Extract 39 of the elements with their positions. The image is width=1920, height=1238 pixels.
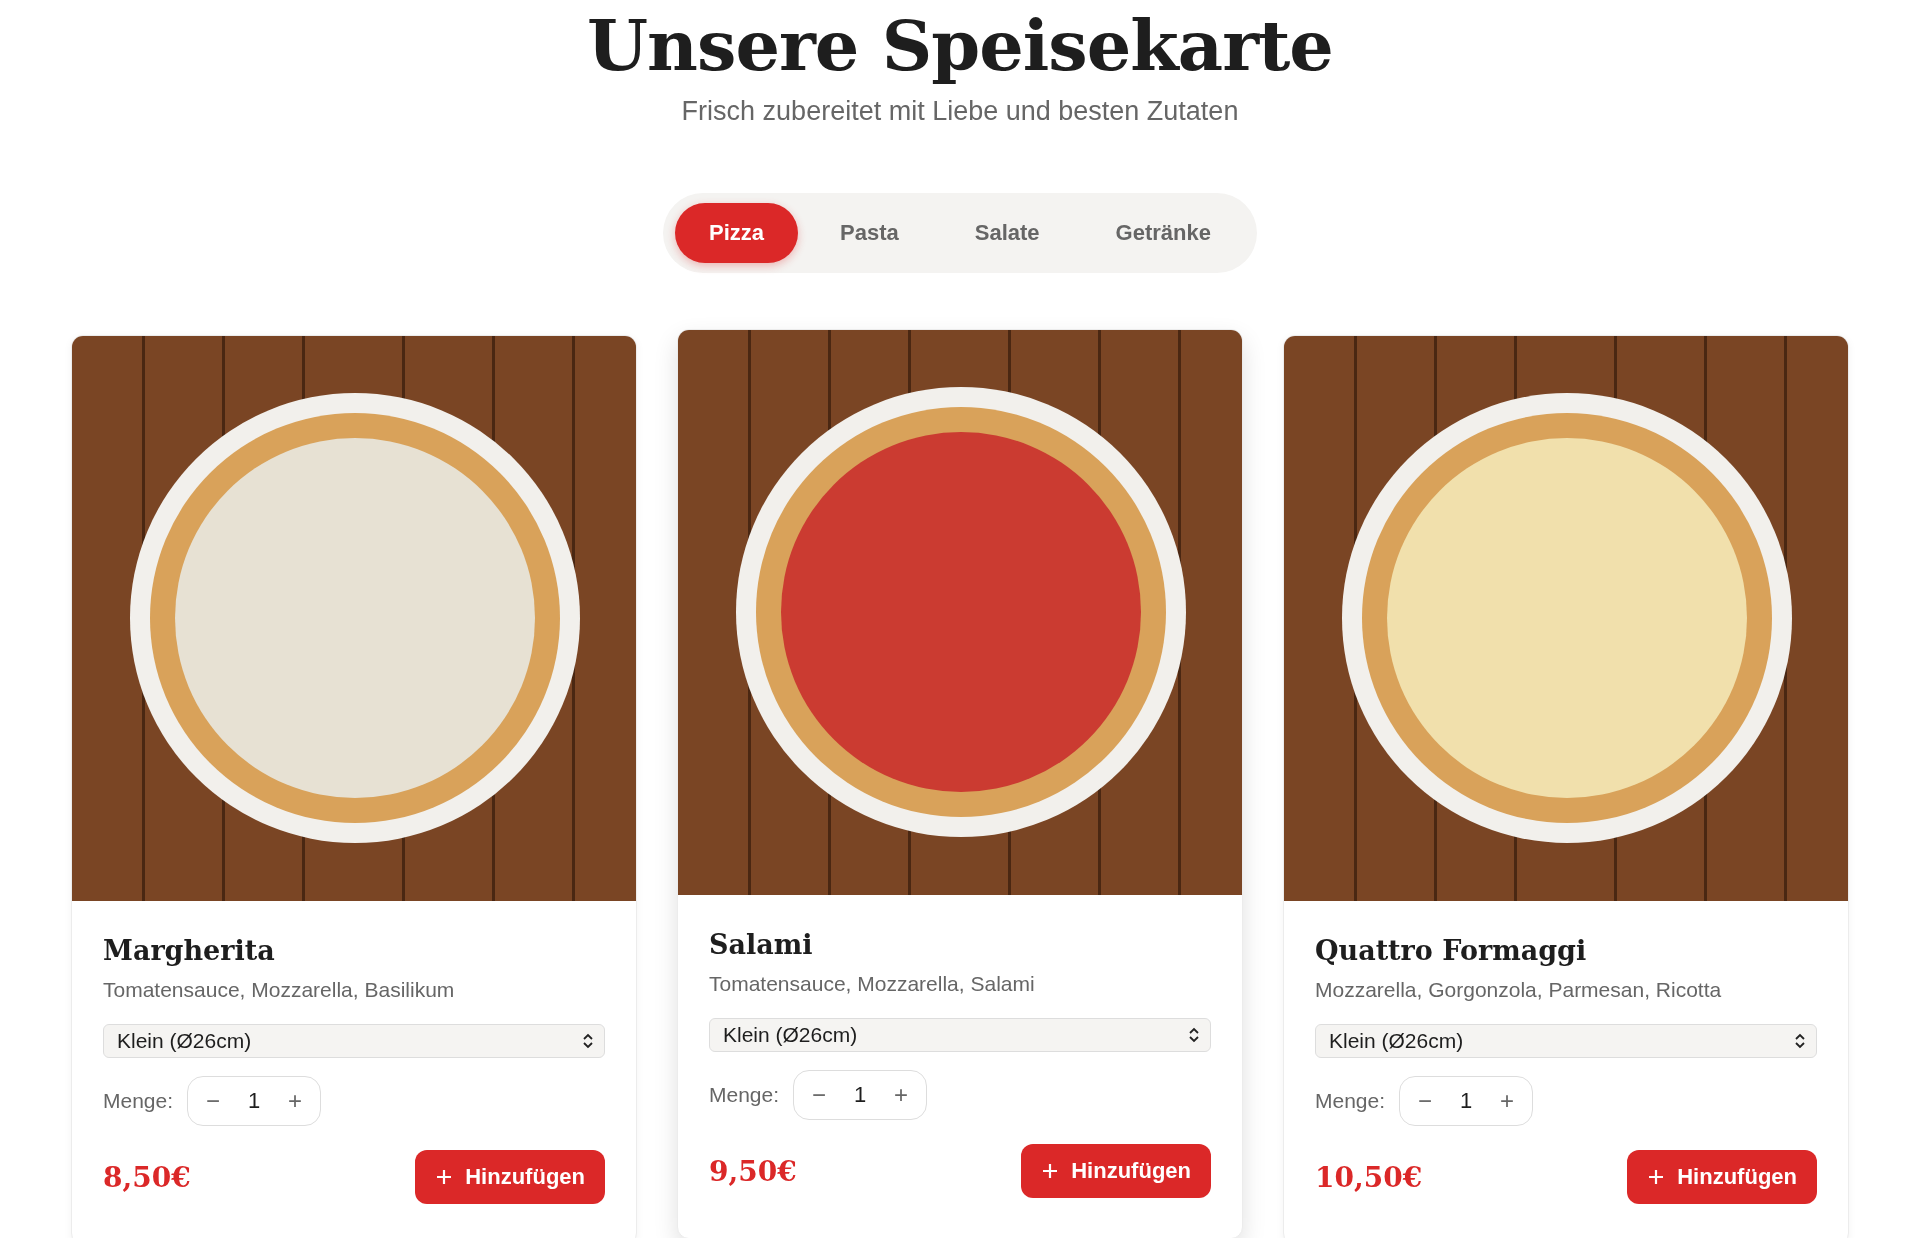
size-dropdown[interactable]: Klein (Ø26cm) [103,1024,605,1058]
decrement-button[interactable]: − [1410,1083,1441,1119]
add-to-cart-button[interactable]: Hinzufügen [1021,1144,1211,1198]
dish-name: Quattro Formaggi [1315,935,1588,966]
increment-button[interactable]: + [886,1077,917,1113]
size-dropdown[interactable]: Klein (Ø26cm) [709,1018,1211,1052]
dish-name: Salami [709,929,814,960]
category-tab[interactable]: Pizza [675,203,799,263]
increment-button[interactable]: + [1492,1083,1523,1119]
add-to-cart-button[interactable]: Hinzufügen [415,1150,605,1204]
chevron-updown-icon [1188,1026,1200,1044]
dish-name: Margherita [103,935,276,966]
quantity-value: 1 [852,1082,868,1108]
plus-icon [1647,1168,1666,1186]
plus-icon [1041,1162,1060,1180]
dish-price: 9,50€ [709,1154,797,1188]
dish-ingredients: Tomatensauce, Mozzarella, Salami [709,972,1036,996]
quantity-label: Menge: [1315,1089,1386,1113]
quantity-value: 1 [1458,1088,1474,1114]
dish-price: 8,50€ [103,1160,191,1194]
category-tab[interactable]: Getränke [1081,203,1245,263]
dish-ingredients: Tomatensauce, Mozzarella, Basilikum [103,978,456,1002]
quantity-label: Menge: [709,1083,780,1107]
decrement-button[interactable]: − [804,1077,835,1113]
add-to-cart-button[interactable]: Hinzufügen [1627,1150,1817,1204]
dish-ingredients: Mozzarella, Gorgonzola, Parmesan, Ricotta [1315,978,1723,1002]
increment-button[interactable]: + [280,1083,311,1119]
category-tab[interactable]: Salate [940,203,1074,263]
page-subtitle: Frisch zubereitet mit Liebe und besten Zutaten [681,96,1239,127]
decrement-button[interactable]: − [198,1083,229,1119]
size-dropdown[interactable]: Klein (Ø26cm) [1315,1024,1817,1058]
category-tab[interactable]: Pasta [806,203,933,263]
dish-price: 10,50€ [1315,1160,1423,1194]
quantity-label: Menge: [103,1089,174,1113]
quantity-value: 1 [246,1088,262,1114]
chevron-updown-icon [582,1032,594,1050]
chevron-updown-icon [1794,1032,1806,1050]
page-title: Unsere Speisekarte [587,3,1333,89]
plus-icon [435,1168,454,1186]
